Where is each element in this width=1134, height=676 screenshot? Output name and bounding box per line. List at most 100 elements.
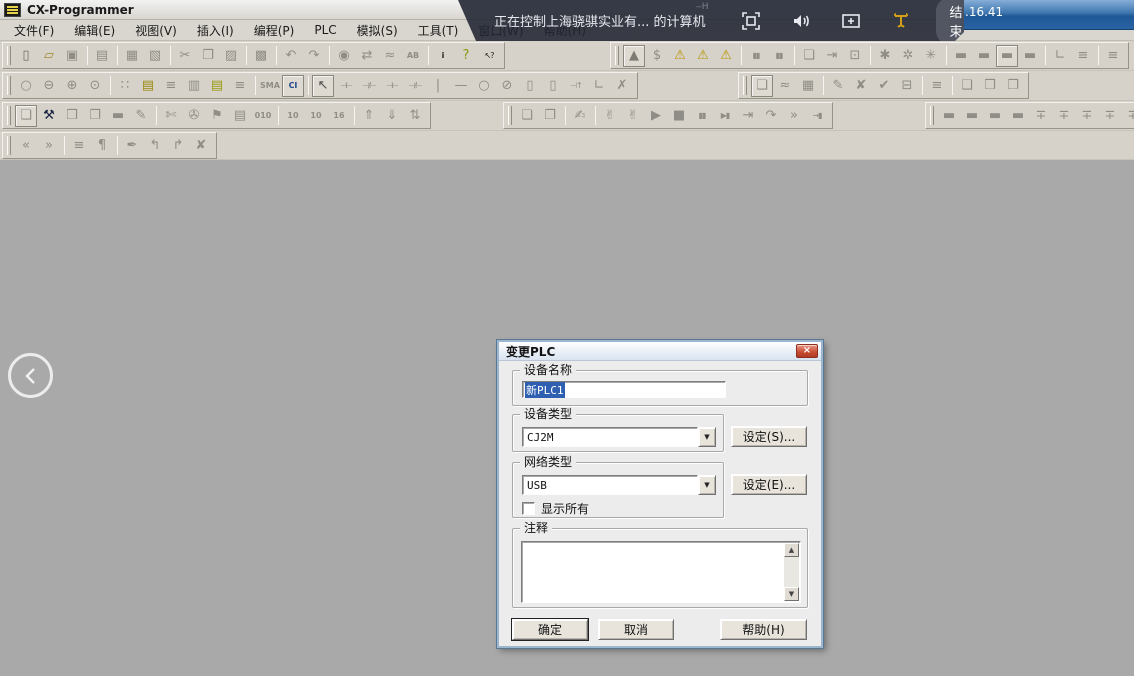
monitor-data-icon[interactable]: ▦ (797, 75, 819, 97)
save-file-icon[interactable]: ▣ (61, 45, 83, 67)
transfer-program-icon[interactable]: ✱ (874, 45, 896, 67)
rung-tool-d-icon[interactable]: ∓ (1099, 105, 1121, 127)
remote-tool-icon[interactable] (890, 10, 912, 32)
network-type-combobox[interactable]: USB ▼ (522, 475, 716, 495)
new-contact-icon[interactable]: ⊣⊢ (335, 75, 357, 97)
data-display-binary-icon[interactable]: 010 (252, 105, 274, 127)
io-comment-view-icon[interactable]: ▥ (183, 75, 205, 97)
symbol-usage-icon[interactable]: ⚑ (206, 105, 228, 127)
sim-step-run-icon[interactable]: ▶▮ (714, 105, 736, 127)
new-or-closed-contact-icon[interactable]: ⊣/⊢ (404, 75, 426, 97)
menu-file[interactable]: 文件(F) (4, 19, 64, 42)
rising-edge-contact-icon[interactable]: ⊣↑ (565, 75, 587, 97)
view-io-comments-icon[interactable]: ▬ (107, 105, 129, 127)
device-name-input[interactable]: 新PLC1 (522, 381, 726, 398)
sim-mode-b-icon[interactable]: ✌ (622, 105, 644, 127)
scroll-up-icon[interactable]: ▲ (784, 543, 799, 557)
chevron-down-icon[interactable]: ▼ (698, 475, 716, 495)
print-preview-icon[interactable]: ▧ (144, 45, 166, 67)
back-button[interactable] (8, 353, 53, 398)
view-output-window-icon[interactable]: ❏ (15, 105, 37, 127)
cross-reference-popup-icon[interactable]: ✄ (160, 105, 182, 127)
view-monitoring-data-icon[interactable]: ❐ (1002, 75, 1024, 97)
work-online-icon[interactable]: ▲ (623, 45, 645, 67)
toolbar-drag-handle[interactable] (7, 46, 11, 65)
monitor-with-warning-icon[interactable]: ⚠ (669, 45, 691, 67)
outdent-rung-icon[interactable]: « (15, 134, 37, 156)
transfer-warning-icon[interactable]: ⚠ (715, 45, 737, 67)
verify-memory-icon[interactable]: ✳ (920, 45, 942, 67)
differential-monitor-icon[interactable]: ∟ (1049, 45, 1071, 67)
pause-monitoring-icon[interactable]: ▮▮ (745, 45, 767, 67)
view-annotations-icon[interactable]: ❒ (979, 75, 1001, 97)
change-all-icon[interactable]: AB (402, 45, 424, 67)
sim-pause-icon[interactable]: ▮▮ (691, 105, 713, 127)
menu-tools[interactable]: 工具(T) (408, 19, 469, 42)
new-coil-icon[interactable]: ○ (473, 75, 495, 97)
rung-tool-c-icon[interactable]: ∓ (1076, 105, 1098, 127)
zoom-out-icon[interactable]: ⊖ (38, 75, 60, 97)
zoom-to-fit-icon[interactable]: ⊙ (84, 75, 106, 97)
speaker-icon[interactable] (790, 10, 812, 32)
zoom-tool-icon[interactable]: ○ (15, 75, 37, 97)
menu-simulation[interactable]: 模拟(S) (347, 19, 408, 42)
io-table-icon[interactable]: ✇ (183, 105, 205, 127)
menu-plc[interactable]: PLC (304, 20, 346, 40)
overlay-handle-icon[interactable]: ‒H (696, 2, 709, 12)
view-cross-reference-icon[interactable]: ❐ (84, 105, 106, 127)
plc-memory-d-icon[interactable]: ▬ (1007, 105, 1029, 127)
time-chart-monitor-icon[interactable]: ≡ (1102, 45, 1124, 67)
display-hex-icon[interactable]: 16 (328, 105, 350, 127)
redo-icon[interactable]: ↷ (303, 45, 325, 67)
new-closed-coil-icon[interactable]: ⊘ (496, 75, 518, 97)
symbol-table-icon[interactable]: ≡ (160, 75, 182, 97)
selection-tool-icon[interactable]: ↖ (312, 75, 334, 97)
context-help-icon[interactable]: ↖? (478, 45, 500, 67)
delete-line-icon[interactable]: ✗ (611, 75, 633, 97)
network-type-value[interactable]: USB (522, 475, 698, 495)
paste-attributes-icon[interactable]: ▩ (250, 45, 272, 67)
menu-insert[interactable]: 插入(I) (187, 19, 244, 42)
data-trace-icon[interactable]: ≡ (1072, 45, 1094, 67)
cancel-button[interactable]: 取消 (598, 619, 674, 640)
local-symbol-table-icon[interactable]: ≡ (229, 75, 251, 97)
online-edit-send-icon[interactable]: ✔ (873, 75, 895, 97)
menu-program[interactable]: 编程(P) (244, 19, 305, 42)
new-closed-contact-icon[interactable]: ⊣/⊢ (358, 75, 380, 97)
new-closed-instruction-icon[interactable]: ▯ (542, 75, 564, 97)
indent-rung-icon[interactable]: » (38, 134, 60, 156)
sim-run-icon[interactable]: ▶ (645, 105, 667, 127)
online-edit-cancel-icon[interactable]: ✘ (850, 75, 872, 97)
debug-mode-icon[interactable]: ▬ (973, 45, 995, 67)
sim-run-to-end-icon[interactable]: →▮ (806, 105, 828, 127)
transfer-settings-icon[interactable]: ✲ (897, 45, 919, 67)
program-check-icon[interactable]: ❏ (798, 45, 820, 67)
mark-forward-icon[interactable]: ↱ (167, 134, 189, 156)
help-topics-icon[interactable]: ? (455, 45, 477, 67)
mark-back-icon[interactable]: ↰ (144, 134, 166, 156)
work-online-simulator-icon[interactable]: $ (646, 45, 668, 67)
display-decimal-icon[interactable]: 10 (282, 105, 304, 127)
toolbar-drag-handle[interactable] (7, 106, 11, 125)
plc-memory-a-icon[interactable]: ▬ (938, 105, 960, 127)
toolbar-drag-handle[interactable] (743, 76, 747, 95)
monitor-mode-icon[interactable]: ▬ (996, 45, 1018, 67)
online-transfer-icon[interactable]: ⇅ (404, 105, 426, 127)
show-rung-wrapping-icon[interactable]: ≡ (926, 75, 948, 97)
view-rung-comments-icon[interactable]: ❑ (956, 75, 978, 97)
about-info-icon[interactable]: i (432, 45, 454, 67)
run-mode-icon[interactable]: ▬ (1019, 45, 1041, 67)
display-signed-decimal-icon[interactable]: 10 (305, 105, 327, 127)
help-button[interactable]: 帮助(H) (720, 619, 807, 640)
toolbar-drag-handle[interactable] (7, 76, 11, 95)
close-icon[interactable]: × (796, 344, 818, 358)
ok-button[interactable]: 确定 (512, 619, 588, 640)
vertical-line-icon[interactable]: | (427, 75, 449, 97)
device-type-combobox[interactable]: CJ2M ▼ (522, 427, 716, 447)
sim-step-over-icon[interactable]: ↷ (760, 105, 782, 127)
new-instruction-icon[interactable]: ▯ (519, 75, 541, 97)
scroll-down-icon[interactable]: ▼ (784, 587, 799, 601)
address-reference-tool-icon[interactable]: ≈ (774, 75, 796, 97)
sim-continuous-step-icon[interactable]: » (783, 105, 805, 127)
open-file-icon[interactable]: ▱ (38, 45, 60, 67)
